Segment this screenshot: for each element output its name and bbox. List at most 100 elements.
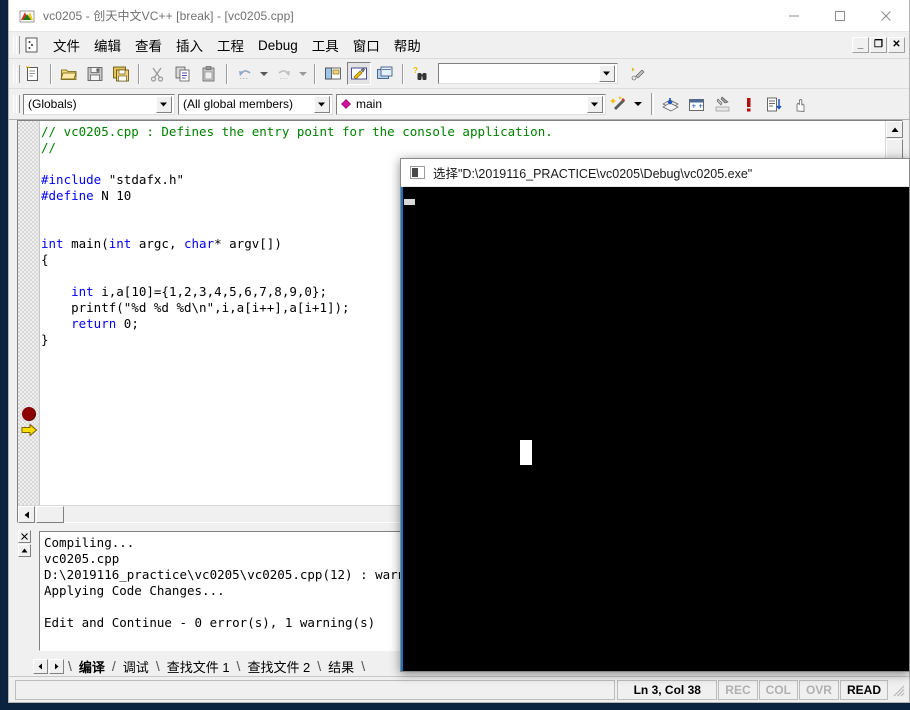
scroll-up-icon[interactable] bbox=[18, 544, 31, 557]
code-token: 0; bbox=[116, 316, 139, 331]
new-document-icon[interactable] bbox=[21, 62, 45, 85]
step-into-icon[interactable] bbox=[710, 93, 734, 116]
members-combo-arrow-icon[interactable] bbox=[314, 95, 330, 113]
wizardbar-grip[interactable] bbox=[12, 94, 20, 114]
status-badge-ovr: OVR bbox=[798, 679, 839, 700]
minimize-icon[interactable] bbox=[771, 0, 817, 32]
toolbar-separator bbox=[402, 63, 404, 84]
breakpoint-icon[interactable] bbox=[736, 93, 760, 116]
status-message bbox=[15, 679, 616, 700]
members-combo-value: (All global members) bbox=[183, 97, 294, 111]
paste-icon[interactable] bbox=[197, 62, 221, 85]
editor-gutter[interactable] bbox=[18, 121, 40, 522]
symbol-combo-arrow-icon[interactable] bbox=[587, 95, 603, 113]
console-output-area[interactable] bbox=[401, 187, 909, 671]
menu-grip[interactable] bbox=[12, 35, 20, 55]
menu-item-view[interactable]: 查看 bbox=[128, 33, 169, 57]
restart-icon[interactable] bbox=[658, 93, 682, 116]
scissors-icon[interactable] bbox=[145, 62, 169, 85]
undo-arrow-icon[interactable] bbox=[233, 62, 257, 85]
undo-dropdown-icon[interactable] bbox=[258, 63, 271, 85]
output-tab-build[interactable]: 编译 bbox=[72, 657, 112, 676]
code-token: * argv[]) bbox=[214, 236, 282, 251]
menu-item-edit[interactable]: 编辑 bbox=[87, 33, 128, 57]
menu-item-window[interactable]: 窗口 bbox=[346, 33, 387, 57]
binoculars-icon[interactable]: ? bbox=[409, 62, 433, 85]
close-icon[interactable] bbox=[863, 0, 909, 32]
menu-item-file[interactable]: 文件 bbox=[46, 33, 87, 57]
console-window-icon bbox=[410, 166, 425, 179]
menu-item-project[interactable]: 工程 bbox=[210, 33, 251, 57]
console-title: 选择"D:\2019116_PRACTICE\vc0205\Debug\vc02… bbox=[433, 167, 753, 181]
next-statement-icon[interactable]: + + bbox=[684, 93, 708, 116]
wizard-dropdown-icon[interactable] bbox=[632, 93, 645, 115]
code-token: #define bbox=[41, 188, 94, 203]
breakpoint-marker-icon[interactable] bbox=[22, 407, 36, 421]
toolbar-grip[interactable] bbox=[12, 64, 20, 84]
menu-item-insert[interactable]: 插入 bbox=[169, 33, 210, 57]
symbol-combo[interactable]: main bbox=[336, 93, 606, 115]
console-left-edge bbox=[401, 187, 403, 671]
document-icon[interactable] bbox=[23, 36, 41, 54]
save-all-icon[interactable] bbox=[109, 62, 133, 85]
mdi-minimize-button[interactable]: _ bbox=[852, 37, 869, 53]
window-list-icon[interactable] bbox=[373, 62, 397, 85]
find-input[interactable] bbox=[439, 65, 594, 82]
floppy-disk-icon[interactable] bbox=[83, 62, 107, 85]
console-window[interactable]: 选择"D:\2019116_PRACTICE\vc0205\Debug\vc02… bbox=[400, 158, 910, 672]
code-token: int bbox=[41, 236, 64, 251]
open-folder-icon[interactable] bbox=[57, 62, 81, 85]
help-search-icon[interactable] bbox=[626, 62, 650, 85]
horizontal-scroll-thumb[interactable] bbox=[36, 506, 64, 523]
scope-combo[interactable]: (Globals) bbox=[23, 93, 175, 115]
cursor-position: Ln 3, Col 38 bbox=[617, 679, 718, 700]
code-token: char bbox=[184, 236, 215, 251]
maximize-icon[interactable] bbox=[817, 0, 863, 32]
menu-item-help[interactable]: 帮助 bbox=[387, 33, 428, 57]
close-small-icon[interactable] bbox=[18, 530, 31, 543]
code-token: return bbox=[71, 316, 117, 331]
mdi-close-button[interactable]: ✕ bbox=[888, 37, 905, 53]
output-tab-find-in-files-1[interactable]: 查找文件 1 bbox=[160, 657, 237, 676]
tab-next-icon[interactable] bbox=[49, 658, 64, 674]
toolbar-separator bbox=[226, 63, 228, 84]
title-bar[interactable]: vc0205 - 创天中文VC++ [break] - [vc0205.cpp] bbox=[9, 0, 909, 32]
window-title: vc0205 - 创天中文VC++ [break] - [vc0205.cpp] bbox=[43, 9, 294, 23]
scroll-up-arrow-icon[interactable] bbox=[886, 121, 903, 138]
members-combo[interactable]: (All global members) bbox=[178, 93, 333, 115]
find-combo[interactable] bbox=[438, 63, 618, 84]
disassembly-icon[interactable] bbox=[762, 93, 786, 116]
console-title-bar[interactable]: 选择"D:\2019116_PRACTICE\vc0205\Debug\vc02… bbox=[401, 159, 909, 187]
find-combo-arrow-icon[interactable] bbox=[599, 65, 615, 82]
code-token: // vc0205.cpp : Defines the entry point … bbox=[41, 124, 553, 139]
tab-prev-icon[interactable] bbox=[33, 658, 48, 674]
svg-text:+ +: + + bbox=[691, 101, 703, 110]
scope-combo-arrow-icon[interactable] bbox=[156, 95, 172, 113]
current-statement-arrow-icon bbox=[21, 423, 38, 437]
workspace-window-icon[interactable] bbox=[321, 62, 345, 85]
redo-arrow-icon[interactable] bbox=[272, 62, 296, 85]
toolbar-separator bbox=[138, 63, 140, 84]
output-tab-debug[interactable]: 调试 bbox=[116, 657, 156, 676]
hand-watch-icon[interactable] bbox=[788, 93, 812, 116]
output-window-icon[interactable] bbox=[347, 62, 371, 85]
code-token: main( bbox=[63, 236, 109, 251]
console-caret-top bbox=[404, 199, 415, 205]
wizard-wand-icon[interactable] bbox=[607, 93, 631, 116]
code-token: int bbox=[71, 284, 94, 299]
mdi-restore-button[interactable]: ❐ bbox=[870, 37, 887, 53]
window-controls bbox=[771, 0, 909, 32]
member-diamond-icon bbox=[341, 99, 351, 109]
copy-icon[interactable] bbox=[171, 62, 195, 85]
debug-toolbar-grip[interactable] bbox=[651, 93, 654, 115]
menu-item-debug[interactable]: Debug bbox=[251, 36, 305, 55]
code-token: N 10 bbox=[93, 188, 132, 203]
scroll-left-arrow-icon[interactable] bbox=[18, 506, 35, 523]
redo-dropdown-icon[interactable] bbox=[297, 63, 310, 85]
output-tab-results[interactable]: 结果 bbox=[321, 657, 361, 676]
output-tab-find-in-files-2[interactable]: 查找文件 2 bbox=[240, 657, 317, 676]
resize-grip-icon[interactable] bbox=[891, 683, 905, 697]
screen-root: vc0205 - 创天中文VC++ [break] - [vc0205.cpp] bbox=[0, 0, 910, 710]
menu-item-tools[interactable]: 工具 bbox=[305, 33, 346, 57]
code-token: argc, bbox=[131, 236, 184, 251]
